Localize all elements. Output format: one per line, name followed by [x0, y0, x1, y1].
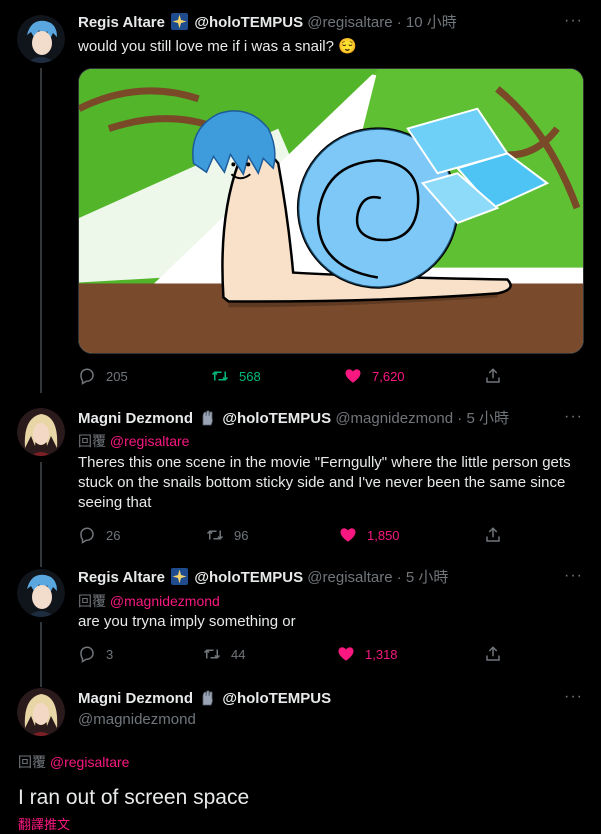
- reply-mention-link[interactable]: @regisaltare: [110, 433, 190, 449]
- tweet-actions: 205 568 7,620: [78, 367, 508, 387]
- tweet-text: are you tryna imply something or: [78, 613, 296, 630]
- tweet-actions: 3 44 1,318: [78, 645, 508, 665]
- tweet-header: Regis Altare @holoTEMPUS @regisaltare · …: [78, 568, 448, 588]
- timestamp[interactable]: · 5 小時: [457, 410, 509, 427]
- more-options-icon[interactable]: ···: [564, 12, 583, 30]
- more-options-icon[interactable]: ···: [564, 567, 583, 585]
- share-icon: [486, 527, 500, 542]
- more-options-icon[interactable]: ···: [564, 408, 583, 426]
- avatar[interactable]: [17, 688, 65, 736]
- more-options-icon[interactable]: ···: [564, 688, 583, 706]
- like-count: 7,620: [372, 368, 405, 384]
- reply-prefix: 回覆: [78, 593, 106, 609]
- tweet-header: Regis Altare @holoTEMPUS @regisaltare · …: [78, 13, 457, 33]
- tweet-reply[interactable]: Magni Dezmond @holoTEMPUS @magnidezmond …: [0, 396, 601, 556]
- avatar[interactable]: [17, 408, 65, 456]
- retweet-icon: [211, 371, 229, 381]
- reply-button[interactable]: 26: [78, 526, 120, 544]
- reply-prefix: 回覆: [18, 754, 46, 770]
- display-name[interactable]: Regis Altare: [78, 14, 165, 31]
- tweet-header: Magni Dezmond @holoTEMPUS: [78, 689, 331, 709]
- timestamp[interactable]: · 10 小時: [397, 14, 457, 31]
- retweet-button[interactable]: 96: [206, 526, 248, 544]
- heart-filled-icon: [338, 647, 354, 661]
- retweet-button[interactable]: 568: [211, 367, 261, 385]
- user-handle[interactable]: @regisaltare: [307, 569, 392, 586]
- reply-mention-link[interactable]: @magnidezmond: [110, 593, 220, 609]
- retweet-button[interactable]: 44: [203, 645, 245, 663]
- star-sparkle-badge-icon: [171, 13, 189, 30]
- reply-mention-link[interactable]: @regisaltare: [50, 754, 130, 770]
- user-handle[interactable]: @regisaltare: [307, 14, 392, 31]
- team-handle[interactable]: @holoTEMPUS: [222, 410, 331, 427]
- tweet-header-handle: @magnidezmond: [78, 710, 196, 730]
- tweet-media-image[interactable]: [78, 68, 584, 354]
- share-button[interactable]: [484, 645, 502, 663]
- user-handle[interactable]: @magnidezmond: [78, 711, 196, 728]
- display-name[interactable]: Magni Dezmond: [78, 690, 193, 707]
- tweet-text: I ran out of screen space: [18, 786, 250, 809]
- tweet-actions: 26 96 1,850: [78, 526, 508, 546]
- reply-icon: [80, 368, 94, 385]
- reply-button[interactable]: 3: [78, 645, 113, 663]
- share-button[interactable]: [484, 526, 502, 544]
- tweet-main[interactable]: Regis Altare @holoTEMPUS @regisaltare · …: [0, 0, 601, 392]
- display-name[interactable]: Regis Altare: [78, 569, 165, 586]
- reply-prefix: 回覆: [78, 433, 106, 449]
- translate-tweet-link[interactable]: 翻譯推文: [18, 814, 70, 833]
- avatar[interactable]: [17, 15, 65, 63]
- share-button[interactable]: [484, 367, 502, 385]
- avatar[interactable]: [17, 569, 65, 617]
- reply-icon: [80, 527, 94, 544]
- heart-filled-icon: [345, 369, 361, 383]
- reply-count: 3: [106, 646, 114, 662]
- retweet-icon: [203, 649, 221, 659]
- reply-button[interactable]: 205: [78, 367, 128, 385]
- like-button[interactable]: 1,318: [337, 645, 398, 663]
- tweet-header: Magni Dezmond @holoTEMPUS @magnidezmond …: [78, 409, 509, 429]
- like-button[interactable]: 1,850: [339, 526, 400, 544]
- replying-to: 回覆 @regisaltare: [78, 431, 189, 451]
- star-sparkle-badge-icon: [171, 568, 189, 585]
- like-button[interactable]: 7,620: [344, 367, 405, 385]
- reply-icon: [80, 646, 94, 663]
- team-handle[interactable]: @holoTEMPUS: [194, 569, 303, 586]
- retweet-count: 44: [231, 646, 246, 662]
- share-icon: [486, 646, 500, 661]
- like-count: 1,850: [367, 527, 400, 543]
- retweet-count: 96: [234, 527, 249, 543]
- reply-count: 205: [106, 368, 128, 384]
- replying-to: 回覆 @magnidezmond: [78, 591, 220, 611]
- tweet-text: Theres this one scene in the movie "Fern…: [78, 454, 571, 511]
- user-handle[interactable]: @magnidezmond: [335, 410, 453, 427]
- reply-count: 26: [106, 527, 121, 543]
- timestamp[interactable]: · 5 小時: [397, 569, 449, 586]
- tweet-text: would you still love me if i was a snail…: [78, 38, 357, 55]
- tweet-focused[interactable]: Magni Dezmond @holoTEMPUS @magnidezmond …: [0, 676, 601, 834]
- team-handle[interactable]: @holoTEMPUS: [194, 14, 303, 31]
- share-icon: [486, 368, 500, 383]
- heart-filled-icon: [340, 528, 356, 542]
- tweet-reply[interactable]: Regis Altare @holoTEMPUS @regisaltare · …: [0, 556, 601, 676]
- gauntlet-icon: [199, 409, 216, 426]
- retweet-count: 568: [239, 368, 261, 384]
- retweet-icon: [206, 530, 224, 540]
- replying-to: 回覆 @regisaltare: [18, 752, 129, 772]
- like-count: 1,318: [365, 646, 398, 662]
- gauntlet-icon: [199, 689, 216, 706]
- display-name[interactable]: Magni Dezmond: [78, 410, 193, 427]
- team-handle[interactable]: @holoTEMPUS: [222, 690, 331, 707]
